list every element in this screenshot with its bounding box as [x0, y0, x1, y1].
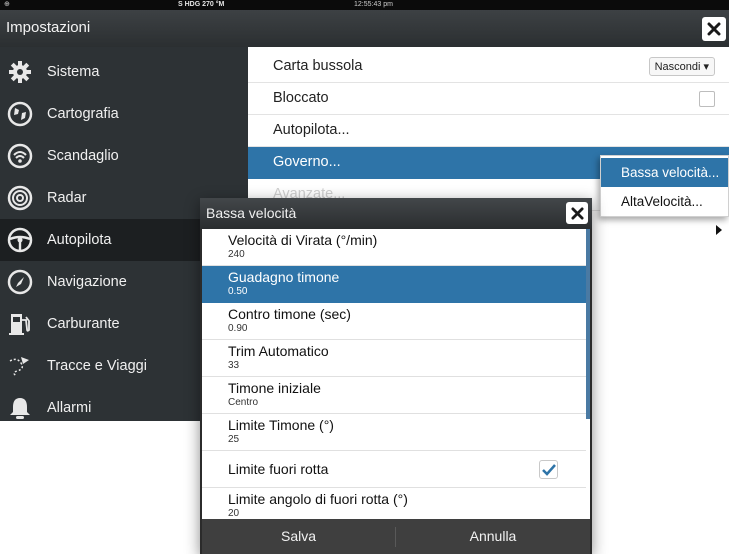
list-item[interactable]: Velocità di Virata (°/min) 240	[202, 229, 586, 266]
sidebar-item-label: Autopilota	[47, 232, 112, 248]
compass-icon	[7, 269, 33, 295]
item-name: Trim Automatico	[228, 343, 329, 359]
submenu-item-bassa-velocita[interactable]: Bassa velocità...	[601, 158, 728, 187]
sidebar-item-cartografia[interactable]: Cartografia	[0, 93, 248, 135]
steering-wheel-icon	[7, 227, 33, 253]
item-value: 240	[228, 249, 245, 260]
sidebar-item-label: Tracce e Viaggi	[47, 358, 147, 374]
sidebar-item-label: Navigazione	[47, 274, 127, 290]
item-name: Limite fuori rotta	[228, 461, 329, 477]
close-icon	[707, 22, 721, 36]
cancel-button[interactable]: Annulla	[396, 519, 590, 554]
item-value: 0.50	[228, 286, 248, 297]
setting-label: Governo...	[273, 154, 341, 170]
fuel-pump-icon	[7, 311, 33, 337]
limite-fuori-rotta-checkbox[interactable]	[539, 460, 558, 479]
setting-row-carta-bussola[interactable]: Carta bussola Nascondi ▾	[248, 51, 729, 83]
clock: 12:55:43 pm	[354, 1, 393, 8]
sidebar-item-label: Radar	[47, 190, 87, 206]
chart-globe-icon	[7, 101, 33, 127]
dialog-list[interactable]: Velocità di Virata (°/min) 240 Guadagno …	[202, 229, 590, 519]
bloccato-checkbox[interactable]	[699, 91, 715, 107]
sidebar-item-label: Cartografia	[47, 106, 119, 122]
setting-label: Carta bussola	[273, 58, 363, 74]
close-icon	[570, 206, 584, 220]
bell-icon	[7, 395, 33, 421]
sidebar-item-scandaglio[interactable]: Scandaglio	[0, 135, 248, 177]
submenu-arrow-icon[interactable]	[716, 225, 722, 235]
heading-readout: S HDG 270 °M	[178, 1, 225, 8]
item-name: Guadagno timone	[228, 269, 340, 285]
title-bar: Impostazioni	[0, 10, 729, 47]
dialog-title-bar: Bassa velocità	[200, 198, 592, 229]
sidebar-item-label: Sistema	[47, 64, 100, 80]
list-item[interactable]: Limite Timone (°) 25	[202, 414, 586, 451]
list-item[interactable]: Limite fuori rotta	[202, 451, 586, 488]
sidebar-item-label: Allarmi	[47, 400, 92, 416]
item-value: 25	[228, 434, 240, 445]
status-bar: ⊕ S HDG 270 °M 12:55:43 pm	[0, 0, 729, 10]
item-name: Limite Timone (°)	[228, 417, 334, 433]
sidebar-item-sistema[interactable]: Sistema	[0, 51, 248, 93]
dialog-close-button[interactable]	[566, 202, 588, 224]
track-icon	[7, 353, 33, 379]
dialog-title: Bassa velocità	[206, 205, 297, 221]
item-name: Limite angolo di fuori rotta (°)	[228, 491, 408, 507]
item-name: Contro timone (sec)	[228, 306, 351, 322]
gear-icon	[7, 59, 33, 85]
bassa-velocita-dialog: Bassa velocità Velocità di Virata (°/min…	[200, 198, 592, 554]
dialog-button-bar: Salva Annulla	[202, 519, 590, 554]
submenu-item-alta-velocita[interactable]: AltaVelocità...	[601, 187, 728, 216]
scrollbar[interactable]	[586, 229, 590, 419]
sidebar-item-label: Carburante	[47, 316, 120, 332]
page-title: Impostazioni	[6, 19, 91, 36]
governo-submenu: Bassa velocità... AltaVelocità...	[600, 155, 729, 217]
radar-icon	[7, 185, 33, 211]
list-item[interactable]: Contro timone (sec) 0.90	[202, 303, 586, 340]
checkmark-icon	[541, 463, 556, 476]
list-item[interactable]: Limite angolo di fuori rotta (°) 20	[202, 488, 586, 519]
carta-bussola-dropdown[interactable]: Nascondi ▾	[648, 57, 715, 76]
gps-icon: ⊕	[4, 1, 10, 8]
setting-label: Autopilota...	[273, 122, 350, 138]
setting-row-autopilota[interactable]: Autopilota...	[248, 115, 729, 147]
item-value: 20	[228, 508, 240, 519]
item-value: Centro	[228, 397, 259, 408]
list-item[interactable]: Trim Automatico 33	[202, 340, 586, 377]
list-item[interactable]: Timone iniziale Centro	[202, 377, 586, 414]
item-name: Timone iniziale	[228, 380, 321, 396]
item-value: 33	[228, 360, 240, 371]
setting-row-bloccato[interactable]: Bloccato	[248, 83, 729, 115]
list-item[interactable]: Guadagno timone 0.50	[202, 266, 586, 303]
close-button[interactable]	[702, 17, 726, 41]
sonar-icon	[7, 143, 33, 169]
sidebar-item-label: Scandaglio	[47, 148, 119, 164]
item-value: 0.90	[228, 323, 248, 334]
setting-label: Bloccato	[273, 90, 329, 106]
item-name: Velocità di Virata (°/min)	[228, 232, 378, 248]
save-button[interactable]: Salva	[202, 519, 395, 554]
